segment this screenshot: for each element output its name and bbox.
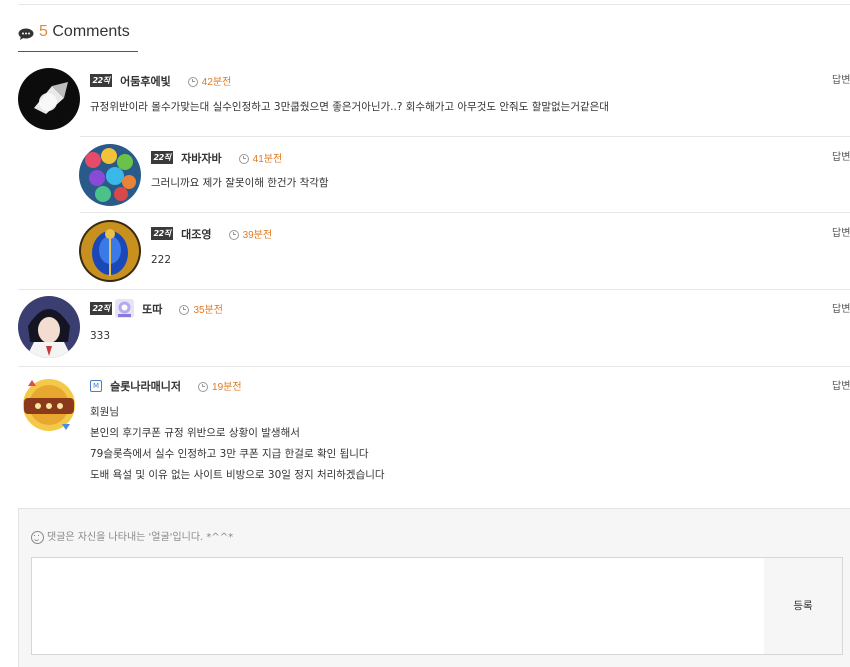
avatar[interactable] <box>18 296 80 358</box>
reply-button[interactable]: 답변 <box>832 300 850 315</box>
author-name[interactable]: 대조영 <box>181 226 211 242</box>
speech-bubble-icon <box>18 28 34 40</box>
reply-button[interactable]: 답변 <box>832 377 850 392</box>
comment-body: 규정위반이라 몰수가맞는대 실수인정하고 3만쿱줬으면 좋은거아닌가..? 회수… <box>90 101 609 113</box>
level-badge: 22직 <box>151 227 173 240</box>
clock-icon <box>179 305 190 316</box>
comment-body: 222 <box>151 254 172 266</box>
comment-meta: 22직 자바자바 41분전 <box>151 147 282 166</box>
comment-body: 333 <box>90 330 111 342</box>
comments-header: 5 Comments <box>18 22 138 52</box>
manager-badge: M <box>90 379 102 392</box>
comment-divider <box>80 212 850 213</box>
avatar[interactable] <box>79 220 141 282</box>
comment-time: 19분전 <box>198 378 242 393</box>
reply-button[interactable]: 답변 <box>832 148 850 163</box>
comment-time: 42분전 <box>187 73 231 88</box>
comment-meta: 22직 또따 35분전 <box>90 298 223 318</box>
avatar[interactable] <box>79 144 141 206</box>
author-name[interactable]: 자바자바 <box>181 150 221 166</box>
level-badge: 22직 <box>90 74 112 87</box>
clock-icon <box>238 154 249 165</box>
comment-form: 댓글은 자신을 나타내는 '얼굴'입니다. *^^* 등록 <box>18 508 850 667</box>
author-name[interactable]: 슬롯나라매니저 <box>110 378 181 394</box>
comment-divider <box>18 289 850 290</box>
comments-count: 5 <box>39 23 48 40</box>
clock-icon <box>228 230 239 241</box>
level-badge: 22직 <box>151 151 173 164</box>
avatar[interactable] <box>18 374 80 436</box>
comments-label: Comments <box>52 23 130 40</box>
reply-button[interactable]: 답변 <box>832 71 850 86</box>
clock-icon <box>187 77 198 88</box>
comment-time: 39분전 <box>228 226 272 241</box>
comments-title: 5 Comments <box>39 23 130 41</box>
smile-icon <box>31 530 44 544</box>
comment-time: 35분전 <box>179 301 223 316</box>
comment-divider <box>18 366 850 367</box>
level-badge: 22직 <box>90 302 112 315</box>
comment-form-hint: 댓글은 자신을 나타내는 '얼굴'입니다. *^^* <box>31 528 233 544</box>
top-divider <box>18 4 850 5</box>
comment-meta: 22직 대조영 39분전 <box>151 223 272 242</box>
clock-icon <box>198 382 209 393</box>
comment-divider <box>80 136 850 137</box>
avatar[interactable] <box>18 68 80 130</box>
comment-meta: 22직 어둠후에빛 42분전 <box>90 70 231 89</box>
author-name[interactable]: 또따 <box>142 301 162 317</box>
comment-body: 그러니까요 제가 잘못이해 한건가 착각함 <box>151 177 329 189</box>
author-name[interactable]: 어둠후에빛 <box>120 73 171 89</box>
reply-button[interactable]: 답변 <box>832 224 850 239</box>
comment-time: 41분전 <box>238 150 282 165</box>
comment-textarea[interactable] <box>31 557 765 655</box>
comment-body: 회원님 본인의 후기쿠폰 규정 위반으로 상황이 발생해서 79슬롯측에서 실수… <box>90 406 385 481</box>
member-badge-icon <box>115 299 134 318</box>
submit-button[interactable]: 등록 <box>764 557 843 655</box>
comment-meta: M 슬롯나라매니저 19분전 <box>90 375 242 394</box>
